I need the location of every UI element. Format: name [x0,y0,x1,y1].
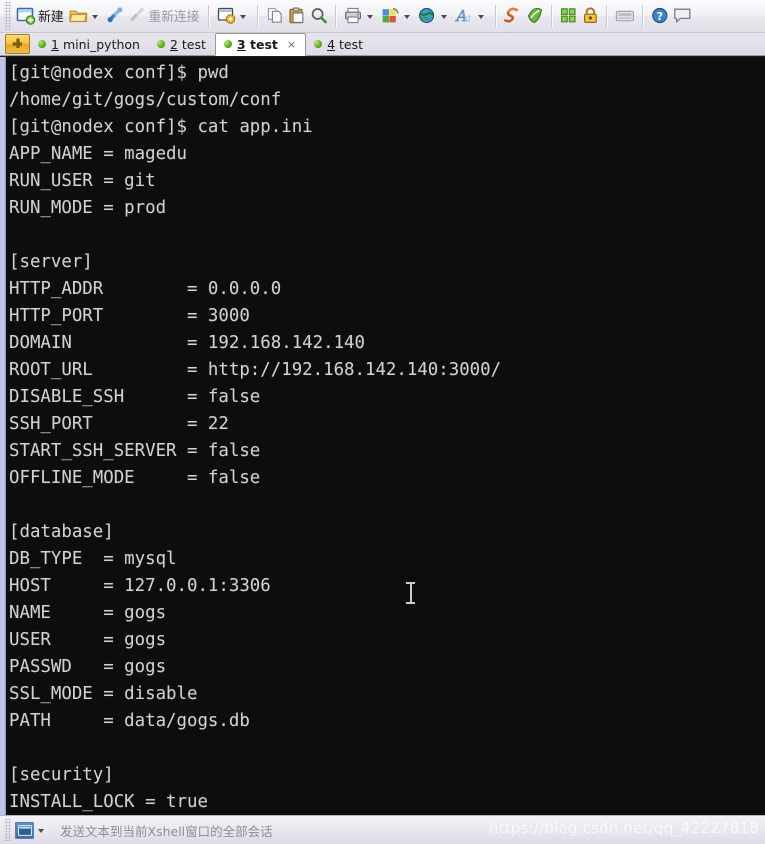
help-icon: ? [652,8,668,24]
session-tab-4-label: 4 test [327,37,363,52]
lock-icon [584,7,598,24]
new-tab-button[interactable] [5,33,30,54]
main-toolbar: 新建 重新连接 A a ? [0,0,765,33]
statusbar-drag-grip[interactable] [4,819,11,841]
search-icon [311,8,328,24]
disconnect-button: 重新连接 [126,3,203,29]
reconnect-label: 重新连接 [148,10,200,26]
terminal-glyph-icon [17,824,32,836]
send-target-dropdown-caret[interactable] [38,829,44,833]
tab-3-name: test [249,36,278,52]
session-properties-icon [218,8,236,25]
toolbar-separator-1 [208,4,211,27]
connect-icon [108,7,123,23]
status-bar: 发送文本到当前Xshell窗口的全部会话 https://blog.csdn.n… [0,815,765,844]
session-tab-1[interactable]: 1 mini_python [30,34,149,55]
svg-text:?: ? [657,10,663,23]
session-tab-2[interactable]: 2 test [149,34,215,55]
toolbar-separator-2 [257,4,260,27]
toolbar-separator-7 [642,4,645,27]
layout-icon [561,8,576,23]
send-text-input[interactable]: 发送文本到当前Xshell窗口的全部会话 [60,821,273,840]
highlight-icon [528,8,543,24]
script-icon [504,8,519,23]
chat-button[interactable] [671,3,694,29]
web-button[interactable] [416,3,453,29]
tab-1-index: 1 [51,36,59,52]
copy-icon [268,8,283,24]
web-dropdown-caret[interactable] [441,14,448,19]
disconnect-icon [130,8,145,22]
session-properties-button[interactable] [215,3,252,29]
xshell-window: 新建 重新连接 A a ? 1 mini_python 2 test 3 tes… [0,0,765,844]
script-button[interactable] [502,3,524,29]
chat-icon [674,8,691,23]
keyboard-icon [616,10,635,22]
toolbar-separator-5 [551,4,554,27]
globe-icon [419,8,435,24]
terminal-screen[interactable]: [git@nodex conf]$ pwd /home/git/gogs/cus… [6,56,765,815]
terminal-window-icon [15,821,34,839]
open-session-dropdown-caret[interactable] [92,14,99,19]
paste-icon [289,7,304,24]
session-tab-4[interactable]: 4 test [306,34,372,55]
layout-button[interactable] [558,3,580,29]
toolbar-separator-6 [606,4,609,27]
send-target-button[interactable] [15,821,48,839]
color-scheme-icon [382,8,399,23]
tab-2-index: 2 [169,36,178,52]
tab-status-dot-icon [223,40,232,49]
toolbar-separator-3 [335,4,338,27]
tab-status-dot-icon [156,40,165,49]
highlight-button[interactable] [524,3,546,29]
tab-1-name: mini_python [62,36,140,52]
keyboard-button [613,3,637,29]
font-button[interactable]: A a [453,3,490,29]
terminal-area[interactable]: [git@nodex conf]$ pwd /home/git/gogs/cus… [0,55,765,815]
font-dropdown-caret[interactable] [478,14,485,19]
tab-status-dot-icon [314,40,323,49]
session-properties-dropdown-caret[interactable] [240,14,247,19]
new-session-label: 新建 [38,10,64,26]
new-session-icon [16,7,36,25]
tab-2-name: test [181,36,206,52]
copy-button[interactable] [264,3,286,29]
session-tab-2-label: 2 test [170,37,206,52]
toolbar-drag-grip[interactable] [4,1,11,30]
new-session-button[interactable]: 新建 [14,3,67,29]
color-scheme-dropdown-caret[interactable] [404,14,411,19]
session-tab-3-label: 3 test [237,37,278,52]
tab-status-dot-icon [38,40,46,49]
tab-4-index: 4 [327,36,336,52]
session-tab-bar: 1 mini_python 2 test 3 test × 4 test [0,32,765,56]
print-button[interactable] [342,3,379,29]
color-scheme-button[interactable] [379,3,416,29]
connect-button[interactable] [104,3,126,29]
plus-icon [12,38,22,49]
print-icon [345,8,362,24]
session-tab-3[interactable]: 3 test × [214,32,307,56]
font-icon: A a [455,7,472,25]
print-dropdown-caret[interactable] [367,14,374,19]
open-folder-icon [69,10,88,22]
svg-text:a: a [465,12,472,25]
tab-3-index: 3 [236,36,246,52]
paste-button[interactable] [286,3,308,29]
tab-close-icon[interactable]: × [287,38,296,51]
watermark-text: https://blog.csdn.net/qq_42227818 [489,819,759,837]
help-button[interactable]: ? [649,3,671,29]
toolbar-separator-4 [495,4,498,27]
find-button[interactable] [308,3,330,29]
tab-4-name: test [339,36,364,52]
lock-button[interactable] [580,3,601,29]
session-tab-1-label: 1 mini_python [51,37,140,52]
open-session-button[interactable] [67,3,104,29]
terminal-output[interactable]: [git@nodex conf]$ pwd /home/git/gogs/cus… [6,57,765,815]
